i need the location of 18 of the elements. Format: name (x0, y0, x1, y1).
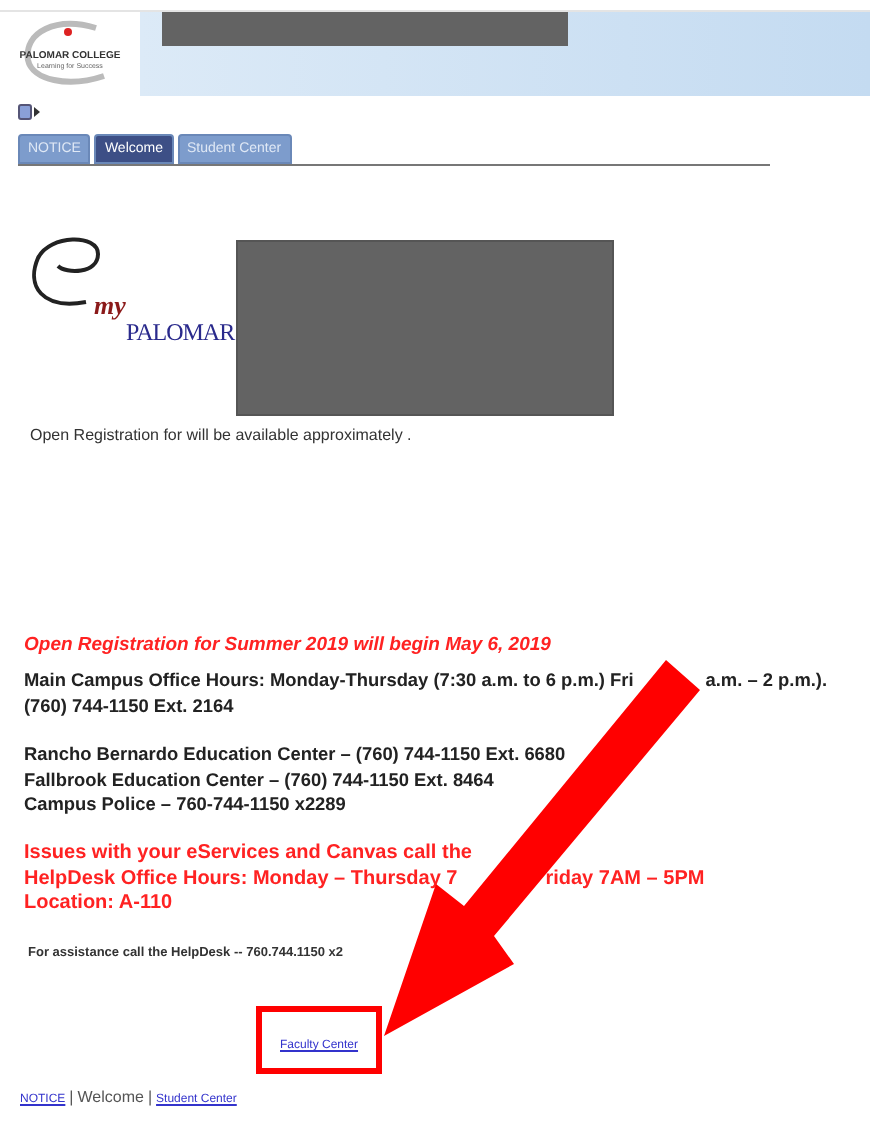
logo-my: my (94, 290, 126, 322)
info-text: Fallbrook Education Center – (760) 744-1150 Ext. 8464 (24, 767, 494, 793)
info-text: riday 7AM – 5PM (545, 867, 705, 893)
info-text: Issues with your eServices and Canvas call the (24, 841, 472, 868)
menu-toggle-icon[interactable] (18, 104, 40, 120)
announcement-headline: Open Registration for Summer 2019 will begin May 6, 2019 (24, 634, 553, 656)
logo-palomar: PALOMAR (126, 318, 235, 348)
separator-text: | (147, 1088, 153, 1107)
info-text: a.m. – 2 p.m.). (705, 668, 828, 694)
footer-text: Welcome (77, 1088, 144, 1107)
info-text: Rancho Bernardo Education Center – (760) 744-1150 Ext. 6680 (24, 742, 566, 768)
registration-notice: Open Registration for will be available approximately . (30, 426, 412, 444)
info-text: (760) 744-1150 Ext. 2164 (24, 693, 234, 719)
info-text: HelpDesk Office Hours: Monday – Thursday 7 (24, 867, 458, 893)
separator-text: | (69, 1088, 74, 1107)
info-text: Main Campus Office Hours: Monday-Thursday (7:30 a.m. to 6 p.m.) Fri (24, 668, 634, 694)
info-text: Location: A-110 (24, 892, 173, 918)
info-text: Campus Police – 760-744-1150 x2289 (24, 792, 346, 818)
